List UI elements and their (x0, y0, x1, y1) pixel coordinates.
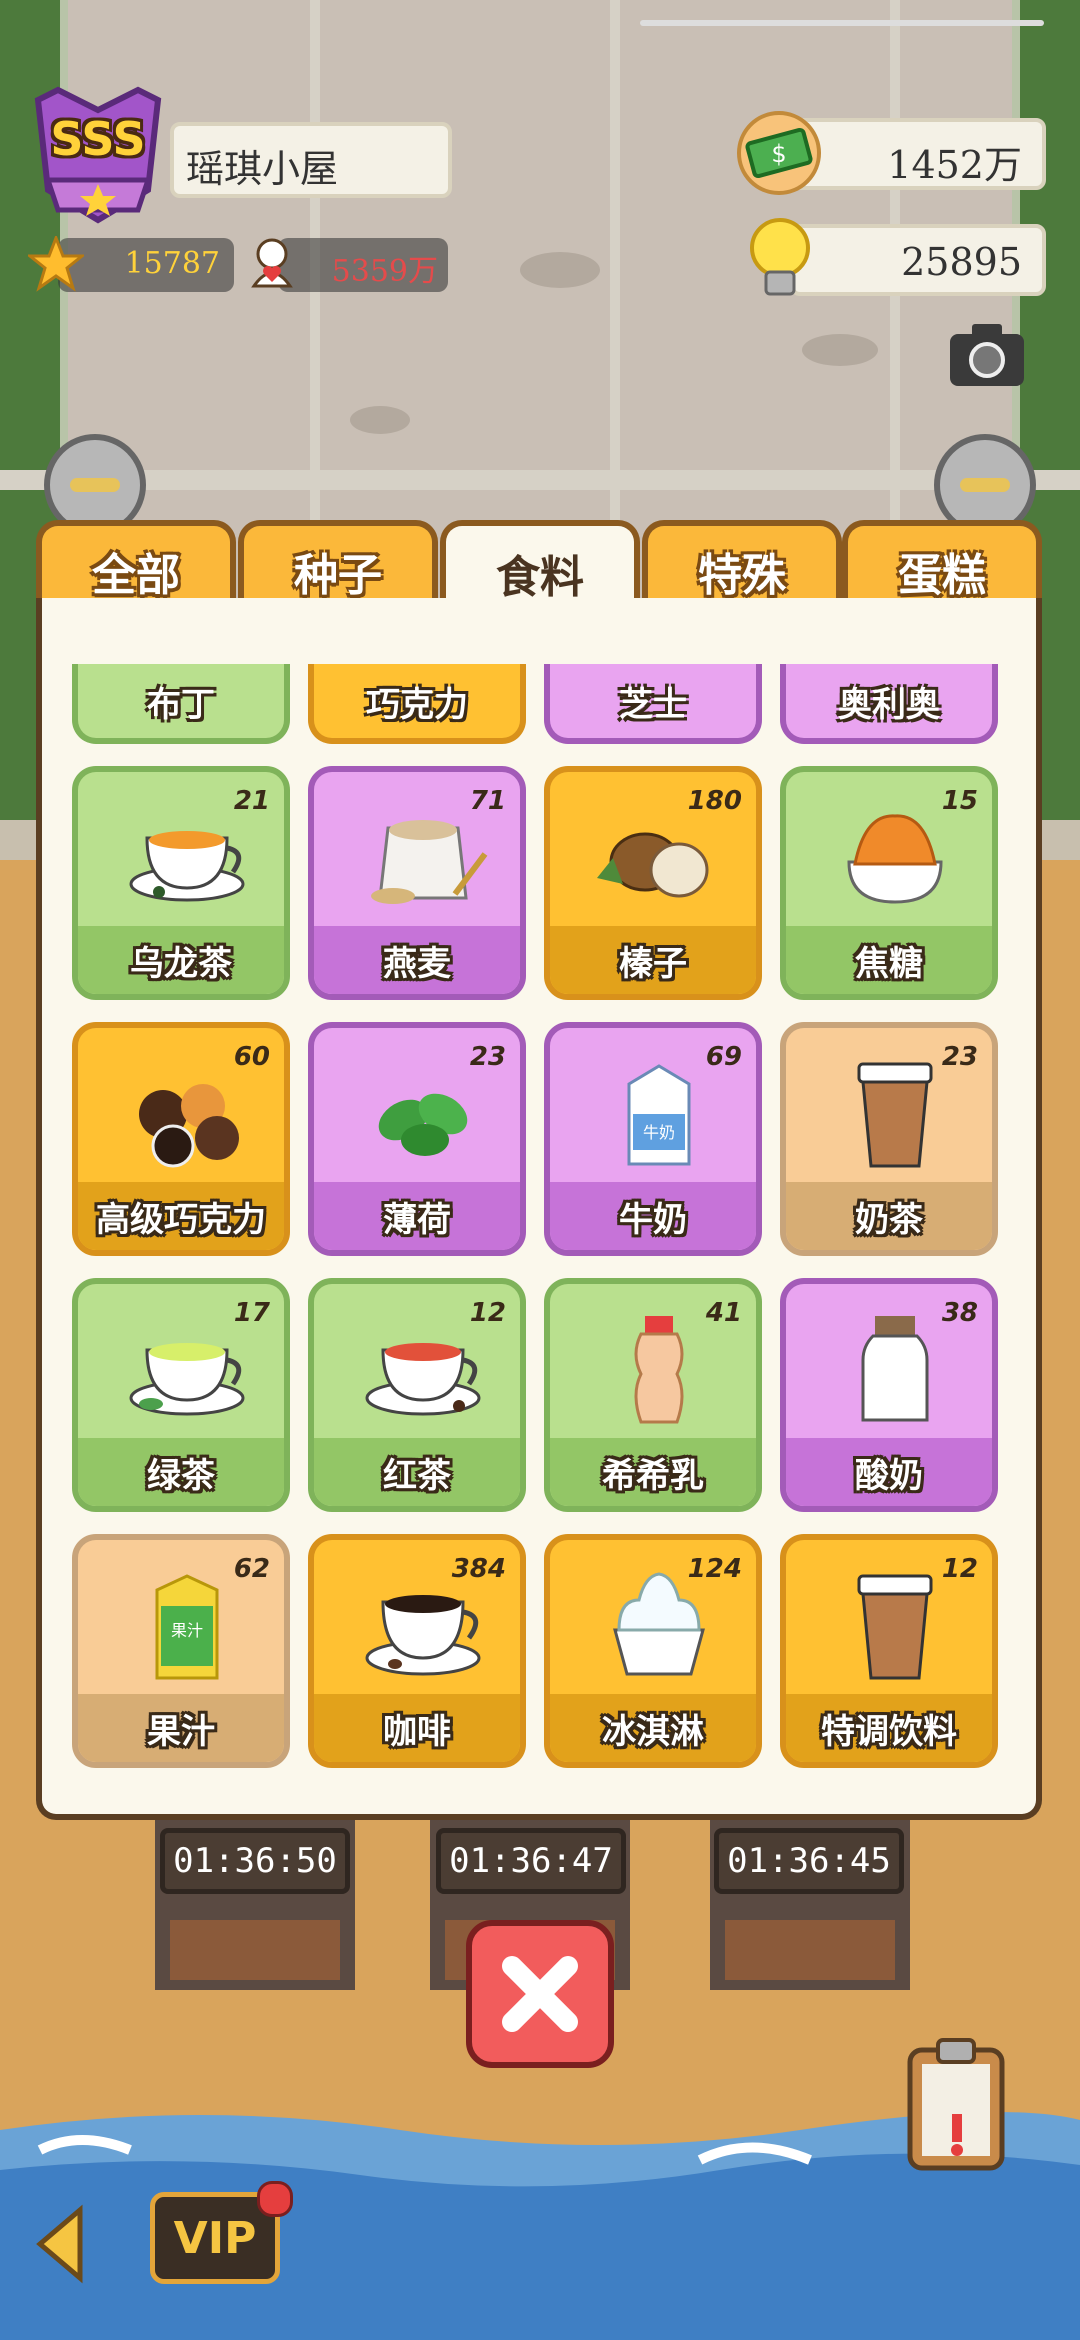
item-label: 冰淇淋 (550, 1694, 756, 1762)
ingredient-card[interactable]: 21 乌龙茶 (72, 766, 290, 1000)
svg-text:$: $ (771, 140, 786, 168)
item-count: 23 (469, 1042, 506, 1072)
stars-count: 15787 (124, 246, 220, 281)
item-count: 21 (233, 786, 270, 816)
item-label: 特调饮料 (786, 1694, 992, 1762)
ingredient-card[interactable]: 71 燕麦 (308, 766, 526, 1000)
rank-badge-text: SSS (50, 112, 146, 166)
idea-plate[interactable]: 25895 (790, 224, 1046, 296)
item-count: 12 (469, 1298, 506, 1328)
item-count: 180 (687, 786, 742, 816)
star-icon (25, 233, 87, 296)
juice-box-icon: 果汁 (155, 1574, 219, 1680)
ingredient-card-partial[interactable]: 布丁 (72, 664, 290, 744)
stall-timer: 01:36:47 (436, 1828, 626, 1894)
item-label: 高级巧克力 (78, 1182, 284, 1250)
item-count: 384 (451, 1554, 506, 1584)
green-tea-icon (129, 1343, 245, 1416)
premium-chocolate-icon (139, 1084, 239, 1168)
ingredient-card[interactable]: 384 咖啡 (308, 1534, 526, 1768)
item-count: 62 (233, 1554, 270, 1584)
vip-label: VIP (173, 2212, 257, 2264)
item-count: 23 (941, 1042, 978, 1072)
milk-carton-icon: 牛奶 (627, 1064, 691, 1166)
back-arrow-icon[interactable] (30, 2204, 90, 2288)
ingredient-card-partial[interactable]: 芝士 (544, 664, 762, 744)
stall-timer: 01:36:45 (714, 1828, 904, 1894)
ingredient-card-partial[interactable]: 巧克力 (308, 664, 526, 744)
item-count: 71 (469, 786, 506, 816)
task-clipboard-icon[interactable] (904, 2034, 1008, 2178)
item-label: 乌龙茶 (78, 926, 284, 994)
coffee-cup-icon (365, 1595, 481, 1676)
lightbulb-icon (740, 214, 820, 308)
item-count: 17 (233, 1298, 270, 1328)
item-label: 牛奶 (550, 1182, 756, 1250)
idea-value: 25895 (901, 240, 1022, 284)
black-tea-icon (365, 1343, 481, 1416)
svg-text:果汁: 果汁 (171, 1621, 203, 1640)
ingredient-card[interactable]: 15 焦糖 (780, 766, 998, 1000)
top-scroll-indicator (640, 20, 1044, 26)
item-count: 124 (687, 1554, 742, 1584)
ingredient-card[interactable]: 牛奶 69 牛奶 (544, 1022, 762, 1256)
money-plate[interactable]: 1452万 (790, 118, 1046, 190)
ingredient-card[interactable]: 180 榛子 (544, 766, 762, 1000)
hazelnut-icon (597, 832, 709, 898)
item-count: 60 (233, 1042, 270, 1072)
ingredient-card[interactable]: 38 酸奶 (780, 1278, 998, 1512)
ingredient-card[interactable]: 60 高级巧克力 (72, 1022, 290, 1256)
item-label: 酸奶 (786, 1438, 992, 1506)
caramel-icon (847, 814, 943, 904)
ingredient-card[interactable]: 12 特调饮料 (780, 1534, 998, 1768)
close-icon (502, 1956, 578, 2032)
fans-icon (244, 234, 300, 294)
shop-name-plate[interactable]: 瑶琪小屋 (170, 122, 452, 198)
item-label: 燕麦 (314, 926, 520, 994)
stall-timer: 01:36:50 (160, 1828, 350, 1894)
oolong-tea-icon (129, 831, 245, 902)
oat-sack-icon (371, 820, 488, 904)
money-value: 1452万 (887, 143, 1022, 187)
ice-cream-icon (613, 1572, 705, 1676)
ingredient-card[interactable]: 12 红茶 (308, 1278, 526, 1512)
ingredient-card[interactable]: 17 绿茶 (72, 1278, 290, 1512)
mint-icon (378, 1093, 468, 1156)
milk-tea-cup-icon (857, 1062, 933, 1168)
yakult-bottle-icon (634, 1316, 684, 1424)
vip-button[interactable]: VIP (150, 2181, 293, 2284)
item-count: 12 (941, 1554, 978, 1584)
item-label: 榛子 (550, 926, 756, 994)
ingredient-card[interactable]: 41 希希乳 (544, 1278, 762, 1512)
notification-dot (257, 2181, 293, 2217)
ingredient-card[interactable]: 23 奶茶 (780, 1022, 998, 1256)
money-icon: $ (736, 110, 822, 200)
item-label: 薄荷 (314, 1182, 520, 1250)
item-label: 焦糖 (786, 926, 992, 994)
close-button[interactable] (466, 1920, 614, 2068)
item-label: 红茶 (314, 1438, 520, 1506)
yogurt-jar-icon (861, 1316, 929, 1422)
item-label: 咖啡 (314, 1694, 520, 1762)
camera-icon[interactable] (946, 320, 1028, 394)
item-label: 果汁 (78, 1694, 284, 1762)
item-count: 69 (705, 1042, 742, 1072)
svg-text:牛奶: 牛奶 (643, 1123, 675, 1142)
item-label: 希希乳 (550, 1438, 756, 1506)
rank-badge-icon[interactable]: SSS (18, 70, 178, 230)
ingredient-card-partial[interactable]: 奥利奥 (780, 664, 998, 744)
ingredient-card[interactable]: 23 薄荷 (308, 1022, 526, 1256)
ingredient-card[interactable]: 124 冰淇淋 (544, 1534, 762, 1768)
item-label: 奶茶 (786, 1182, 992, 1250)
item-count: 41 (705, 1298, 742, 1328)
item-label: 绿茶 (78, 1438, 284, 1506)
shop-name: 瑶琪小屋 (186, 147, 339, 191)
special-drink-icon (857, 1574, 933, 1680)
ingredient-card[interactable]: 果汁 62 果汁 (72, 1534, 290, 1768)
item-count: 15 (941, 786, 978, 816)
item-count: 38 (941, 1298, 978, 1328)
fans-count: 5359万 (331, 254, 438, 289)
